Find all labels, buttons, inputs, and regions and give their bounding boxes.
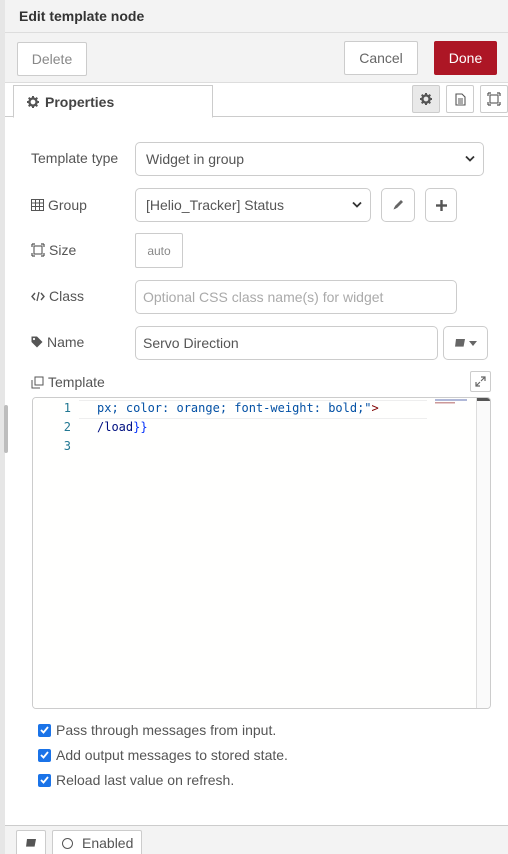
template-code-editor[interactable]: 1 2 3 px; color: orange; font-weight: bo… (32, 397, 491, 709)
tab-settings-button[interactable] (412, 85, 440, 113)
passthru-checkbox[interactable] (38, 723, 51, 737)
tab-properties[interactable]: Properties (13, 85, 213, 118)
document-icon (454, 92, 466, 106)
editor-scroll-thumb[interactable] (477, 398, 490, 401)
editor-minimap (435, 399, 467, 404)
tray-title: Edit template node (19, 8, 145, 24)
book-icon (455, 338, 465, 347)
add-group-button[interactable] (425, 188, 457, 222)
reload-label: Reload last value on refresh. (56, 772, 235, 788)
edit-group-button[interactable] (381, 188, 415, 222)
frame-icon (487, 92, 501, 106)
editor-scrollbar[interactable] (476, 398, 490, 708)
cancel-button[interactable]: Cancel (344, 41, 418, 75)
name-label-text: Name (47, 334, 85, 350)
code-icon (31, 291, 45, 301)
size-button[interactable]: auto (135, 233, 183, 268)
group-label-text: Group (48, 197, 87, 213)
reload-checkbox[interactable] (38, 773, 51, 787)
code-line-2: /load}} (97, 420, 148, 434)
name-options-button[interactable] (443, 326, 488, 360)
line-number: 1 (63, 401, 71, 415)
tab-description-button[interactable] (446, 85, 474, 113)
node-help-button[interactable] (16, 830, 46, 854)
name-input[interactable]: Servo Direction (135, 326, 438, 360)
gear-icon (27, 95, 39, 108)
table-icon (31, 199, 44, 211)
group-select[interactable]: [Helio_Tracker] Status (135, 188, 371, 222)
code-token: px; color: orange; font-weight: bold;" (97, 401, 372, 415)
done-button[interactable]: Done (434, 41, 497, 75)
tray-header: Edit template node (5, 0, 508, 33)
class-input[interactable]: Optional CSS class name(s) for widget (135, 280, 457, 314)
frame-icon (31, 243, 45, 257)
editor-gutter: 1 2 3 (33, 398, 79, 708)
code-token: }} (133, 420, 148, 434)
tray-footer: Enabled (5, 825, 508, 854)
code-token: /load (97, 420, 134, 434)
template-type-select[interactable]: Widget in group (135, 142, 484, 176)
checkmark-icon (40, 726, 49, 734)
enabled-label: Enabled (82, 835, 134, 851)
template-label-text: Template (48, 374, 105, 390)
class-label: Class (31, 288, 84, 304)
line-number: 3 (63, 439, 71, 453)
size-label-text: Size (49, 242, 77, 258)
plus-icon (435, 199, 447, 211)
book-icon (26, 838, 36, 847)
caret-down-icon (469, 340, 477, 346)
template-label: Template (31, 374, 105, 390)
store-state-label: Add output messages to stored state. (56, 747, 288, 763)
expand-icon (475, 376, 486, 387)
line-number: 2 (63, 420, 71, 434)
gear-icon (420, 93, 432, 105)
chevron-down-icon (352, 201, 362, 208)
passthru-option[interactable]: Pass through messages from input. (38, 722, 276, 738)
tab-appearance-button[interactable] (480, 85, 508, 113)
tab-bar: Properties (5, 84, 508, 118)
tag-icon (31, 336, 43, 348)
group-label: Group (31, 197, 87, 213)
tray-toolbar: Delete Cancel Done (5, 33, 508, 83)
store-state-option[interactable]: Add output messages to stored state. (38, 747, 288, 763)
passthru-label: Pass through messages from input. (56, 722, 277, 738)
delete-button[interactable]: Delete (17, 42, 87, 76)
template-type-value: Widget in group (146, 151, 245, 167)
template-type-label: Template type (31, 150, 118, 166)
circle-icon (62, 837, 73, 849)
class-label-text: Class (49, 288, 85, 304)
store-state-checkbox[interactable] (38, 748, 51, 762)
checkmark-icon (40, 776, 49, 784)
code-line-1: px; color: orange; font-weight: bold;"> (97, 401, 379, 415)
chevron-down-icon (465, 155, 475, 162)
pencil-icon (393, 200, 403, 210)
template-type-label-text: Template type (31, 150, 119, 166)
expand-editor-button[interactable] (470, 371, 491, 392)
reload-option[interactable]: Reload last value on refresh. (38, 772, 234, 788)
enabled-toggle[interactable]: Enabled (52, 830, 142, 854)
group-value: [Helio_Tracker] Status (146, 197, 284, 213)
copy-icon (31, 376, 44, 388)
tab-properties-label: Properties (45, 93, 115, 110)
name-label: Name (31, 334, 84, 350)
size-label: Size (31, 242, 76, 258)
code-token: > (371, 401, 379, 415)
checkmark-icon (40, 751, 49, 759)
resize-handle[interactable] (4, 405, 8, 453)
